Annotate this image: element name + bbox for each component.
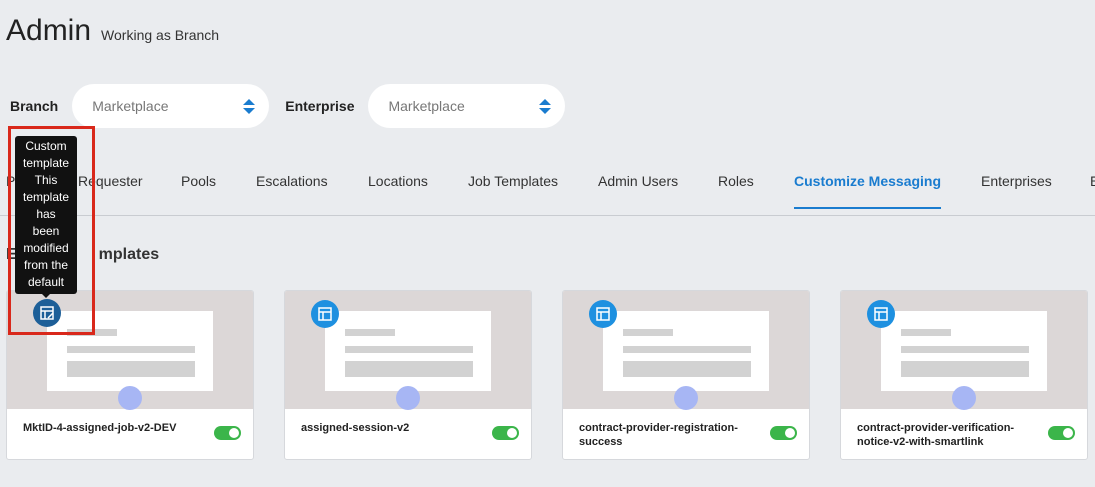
tab-overflow[interactable]: E (1090, 173, 1095, 209)
page-subtitle: Working as Branch (101, 27, 220, 43)
template-icon[interactable] (867, 300, 895, 328)
template-toggle[interactable] (214, 426, 241, 440)
branch-label: Branch (10, 98, 59, 114)
tab-customize-messaging[interactable]: Customize Messaging (794, 173, 942, 209)
enterprise-select-value: Marketplace (388, 98, 465, 114)
template-name: contract-provider-registration-success (579, 422, 738, 448)
template-preview (285, 291, 531, 410)
template-toggle[interactable] (770, 426, 797, 440)
template-icon[interactable] (589, 300, 617, 328)
template-name: MktID-4-assigned-job-v2-DEV (23, 422, 177, 434)
template-card[interactable]: assigned-session-v2 (284, 290, 532, 460)
tab-job-templates[interactable]: Job Templates (468, 173, 558, 209)
filter-bar: Branch Marketplace Enterprise Marketplac… (10, 84, 566, 128)
page-header: Admin Working as Branch (6, 14, 219, 48)
template-card[interactable]: contract-provider-verification-notice-v2… (840, 290, 1088, 460)
avatar (396, 386, 420, 410)
template-card[interactable]: contract-provider-registration-success (562, 290, 810, 460)
tab-admin-users[interactable]: Admin Users (598, 173, 678, 209)
branch-select-value: Marketplace (92, 98, 169, 114)
template-toggle[interactable] (492, 426, 519, 440)
admin-tabs: Pr Requester Pools Escalations Locations… (0, 158, 1095, 216)
template-icon[interactable] (311, 300, 339, 328)
template-toggle[interactable] (1048, 426, 1075, 440)
enterprise-label: Enterprise (285, 98, 355, 114)
select-arrows-icon (539, 98, 552, 114)
template-name: assigned-session-v2 (301, 422, 410, 434)
template-preview (563, 291, 809, 410)
tab-enterprises[interactable]: Enterprises (981, 173, 1052, 209)
enterprise-select[interactable]: Marketplace (368, 84, 566, 128)
highlight-box (8, 126, 95, 335)
select-arrows-icon (243, 98, 256, 114)
avatar (952, 386, 976, 410)
tab-locations[interactable]: Locations (368, 173, 428, 209)
template-preview (841, 291, 1087, 410)
branch-select[interactable]: Marketplace (72, 84, 270, 128)
avatar (118, 386, 142, 410)
page-title: Admin (6, 14, 92, 47)
tab-roles[interactable]: Roles (718, 173, 754, 209)
tab-pools[interactable]: Pools (181, 173, 216, 209)
avatar (674, 386, 698, 410)
tab-escalations[interactable]: Escalations (256, 173, 328, 209)
template-name: contract-provider-verification-notice-v2… (857, 422, 1015, 448)
